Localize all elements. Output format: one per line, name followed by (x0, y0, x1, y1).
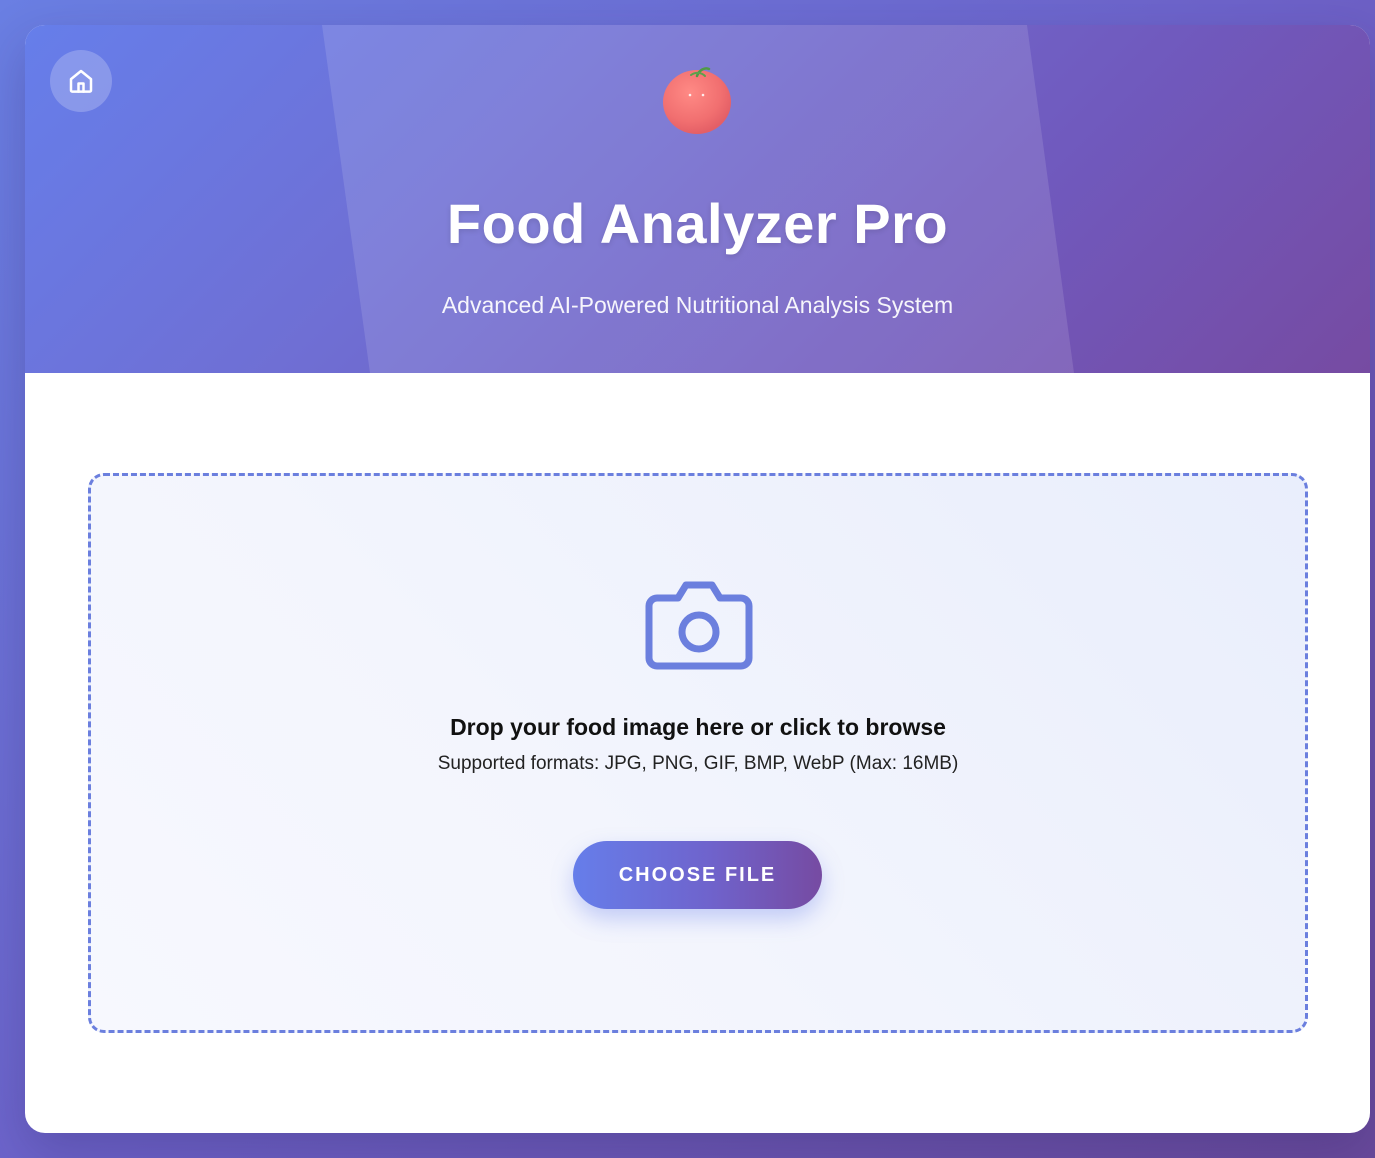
app-title: Food Analyzer Pro (446, 192, 949, 255)
home-icon (69, 69, 93, 93)
header-banner: Food Analyzer Pro Advanced AI-Powered Nu… (25, 25, 1370, 373)
choose-file-button[interactable]: CHOOSE FILE (573, 841, 822, 909)
supported-formats-text: Supported formats: JPG, PNG, GIF, BMP, W… (437, 753, 959, 774)
tomato-logo-icon (663, 67, 731, 134)
camera-icon (645, 581, 753, 670)
home-button[interactable] (50, 50, 112, 112)
main-card: Food Analyzer Pro Advanced AI-Powered Nu… (25, 25, 1370, 1133)
dropzone-headline: Drop your food image here or click to br… (450, 714, 946, 740)
upload-dropzone[interactable]: Drop your food image here or click to br… (88, 473, 1308, 1033)
app-subtitle: Advanced AI-Powered Nutritional Analysis… (441, 292, 954, 318)
